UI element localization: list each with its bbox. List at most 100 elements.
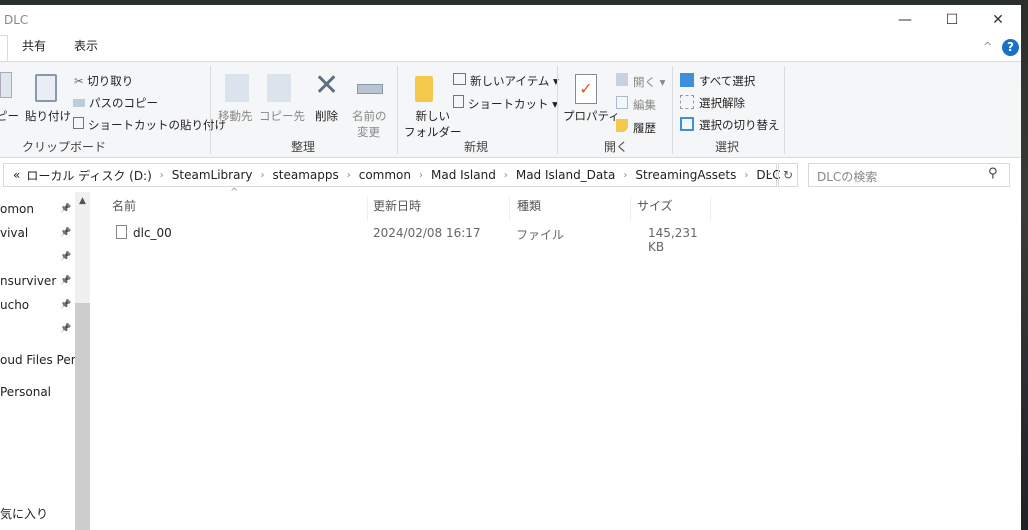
breadcrumb-chevron-icon[interactable]: ›: [504, 170, 508, 181]
breadcrumb-chevron-icon[interactable]: ›: [347, 170, 351, 181]
help-icon[interactable]: ?: [1002, 39, 1019, 56]
copy-path-button[interactable]: パスのコピー: [89, 96, 158, 110]
edit-icon: [616, 96, 628, 109]
delete-icon: ✕: [314, 68, 340, 103]
column-header-name[interactable]: 名前: [106, 197, 368, 221]
pin-icon: 📌: [60, 252, 72, 262]
breadcrumb-chevron-icon[interactable]: ›: [623, 170, 627, 181]
open-group-label: 開く: [604, 140, 629, 154]
file-name: dlc_00: [133, 226, 172, 240]
divider: [672, 66, 673, 154]
properties-icon: ✓: [575, 74, 597, 104]
shortcut-button[interactable]: ショートカット ▾: [468, 97, 558, 111]
rename-button[interactable]: 名前の 変更: [352, 108, 387, 140]
file-modified: 2024/02/08 16:17: [373, 226, 481, 240]
rename-icon: [357, 84, 383, 94]
cut-button[interactable]: 切り取り: [87, 74, 133, 88]
pin-icon: 📌: [60, 300, 72, 310]
tab-view[interactable]: 表示: [74, 37, 98, 54]
invert-selection-icon: [680, 117, 694, 131]
pin-icon: 📌: [60, 276, 72, 286]
window-title: DLC: [4, 13, 29, 27]
search-icon: ⚲: [988, 166, 998, 181]
file-row[interactable]: dlc_00 2024/02/08 16:17 ファイル 145,231 KB: [106, 221, 711, 254]
column-header-modified[interactable]: 更新日時: [367, 197, 510, 221]
copy-path-icon: [73, 99, 85, 107]
select-none-button[interactable]: 選択解除: [699, 96, 745, 110]
breadcrumb-chevron-icon[interactable]: ›: [419, 170, 423, 181]
sidebar-item[interactable]: Personal: [0, 385, 51, 399]
paste-shortcut-button[interactable]: ショートカットの貼り付け: [88, 118, 226, 132]
tab-home[interactable]: [0, 35, 8, 62]
open-icon: [616, 73, 628, 86]
sidebar-scrollbar[interactable]: ▲: [75, 192, 90, 530]
open-button[interactable]: 開く ▾: [633, 75, 665, 89]
pin-icon: 📌: [60, 204, 72, 214]
history-button[interactable]: 履歴: [633, 121, 656, 135]
address-bar[interactable]: « ローカル ディスク (D:) › SteamLibrary › steamapps ›…: [3, 163, 781, 187]
breadcrumb-item[interactable]: StreamingAssets: [635, 168, 736, 182]
rename-label-1: 名前の: [352, 109, 387, 123]
breadcrumb-item[interactable]: ローカル ディスク (D:): [26, 167, 151, 184]
pin-icon: 📌: [60, 324, 72, 334]
tab-share[interactable]: 共有: [22, 37, 46, 54]
select-all-icon: [680, 73, 694, 87]
new-folder-label-2: フォルダー: [404, 125, 462, 139]
scroll-up-icon[interactable]: ▲: [75, 196, 90, 206]
minimize-button[interactable]: —: [882, 5, 928, 35]
breadcrumb-item[interactable]: steamapps: [273, 168, 339, 182]
address-overflow[interactable]: «: [13, 168, 20, 182]
file-size: 145,231 KB: [648, 226, 698, 254]
breadcrumb-item[interactable]: Mad Island_Data: [516, 168, 616, 182]
properties-button[interactable]: プロパティ: [563, 108, 620, 124]
refresh-icon[interactable]: ↻: [778, 163, 798, 187]
copy-button[interactable]: ピー: [0, 108, 19, 124]
sidebar-item[interactable]: 気に入り: [0, 505, 48, 522]
sidebar-item[interactable]: omon: [0, 202, 34, 216]
rename-label-2: 変更: [357, 125, 380, 139]
sidebar-item[interactable]: ucho: [0, 298, 29, 312]
invert-selection-button[interactable]: 選択の切り替え: [699, 118, 780, 132]
delete-button[interactable]: 削除: [315, 108, 338, 124]
sidebar-item[interactable]: vival: [0, 226, 28, 240]
edit-button[interactable]: 編集: [633, 98, 656, 112]
new-folder-button[interactable]: 新しい フォルダー: [404, 108, 462, 140]
paste-button[interactable]: 貼り付け: [25, 108, 71, 124]
new-folder-icon: [415, 76, 433, 102]
copy-to-icon: [267, 74, 291, 102]
copy-icon: [0, 72, 12, 98]
sidebar-item[interactable]: nsurviver: [0, 274, 56, 288]
select-all-button[interactable]: すべて選択: [699, 74, 755, 88]
organize-group-label: 整理: [291, 140, 316, 154]
select-group-label: 選択: [715, 140, 740, 154]
new-group-label: 新規: [464, 140, 489, 154]
file-type: ファイル: [516, 228, 565, 242]
breadcrumb-item[interactable]: common: [359, 168, 411, 182]
search-input[interactable]: DLCの検索: [808, 163, 1010, 187]
breadcrumb-chevron-icon[interactable]: ›: [261, 170, 265, 181]
close-button[interactable]: ✕: [975, 5, 1021, 35]
breadcrumb-item[interactable]: Mad Island: [431, 168, 496, 182]
divider: [784, 66, 785, 154]
collapse-ribbon-icon[interactable]: ^: [983, 40, 992, 53]
breadcrumb-chevron-icon[interactable]: ›: [744, 170, 748, 181]
move-to-icon: [225, 74, 249, 102]
pin-icon: 📌: [60, 228, 72, 238]
address-dropdown-icon[interactable]: ⌄: [765, 167, 773, 178]
divider: [557, 66, 558, 154]
new-item-button[interactable]: 新しいアイテム ▾: [470, 74, 559, 88]
file-icon: [116, 225, 127, 239]
breadcrumb-item[interactable]: SteamLibrary: [172, 168, 253, 182]
breadcrumb-chevron-icon[interactable]: ›: [160, 170, 164, 181]
history-icon: [616, 119, 628, 132]
column-header-size[interactable]: サイズ: [631, 197, 711, 221]
divider: [210, 66, 211, 154]
scrollbar-thumb[interactable]: [75, 303, 90, 530]
ribbon: ピー 貼り付け ✂ 切り取り パスのコピー ショートカットの貼り付け クリップボ…: [0, 61, 1021, 158]
column-header-type[interactable]: 種類: [511, 197, 631, 221]
move-to-button[interactable]: 移動先: [218, 108, 253, 124]
clipboard-group-label: クリップボード: [22, 140, 107, 154]
maximize-button[interactable]: ☐: [929, 5, 975, 35]
paste-shortcut-icon: [73, 117, 84, 129]
copy-to-button[interactable]: コピー先: [259, 108, 305, 124]
